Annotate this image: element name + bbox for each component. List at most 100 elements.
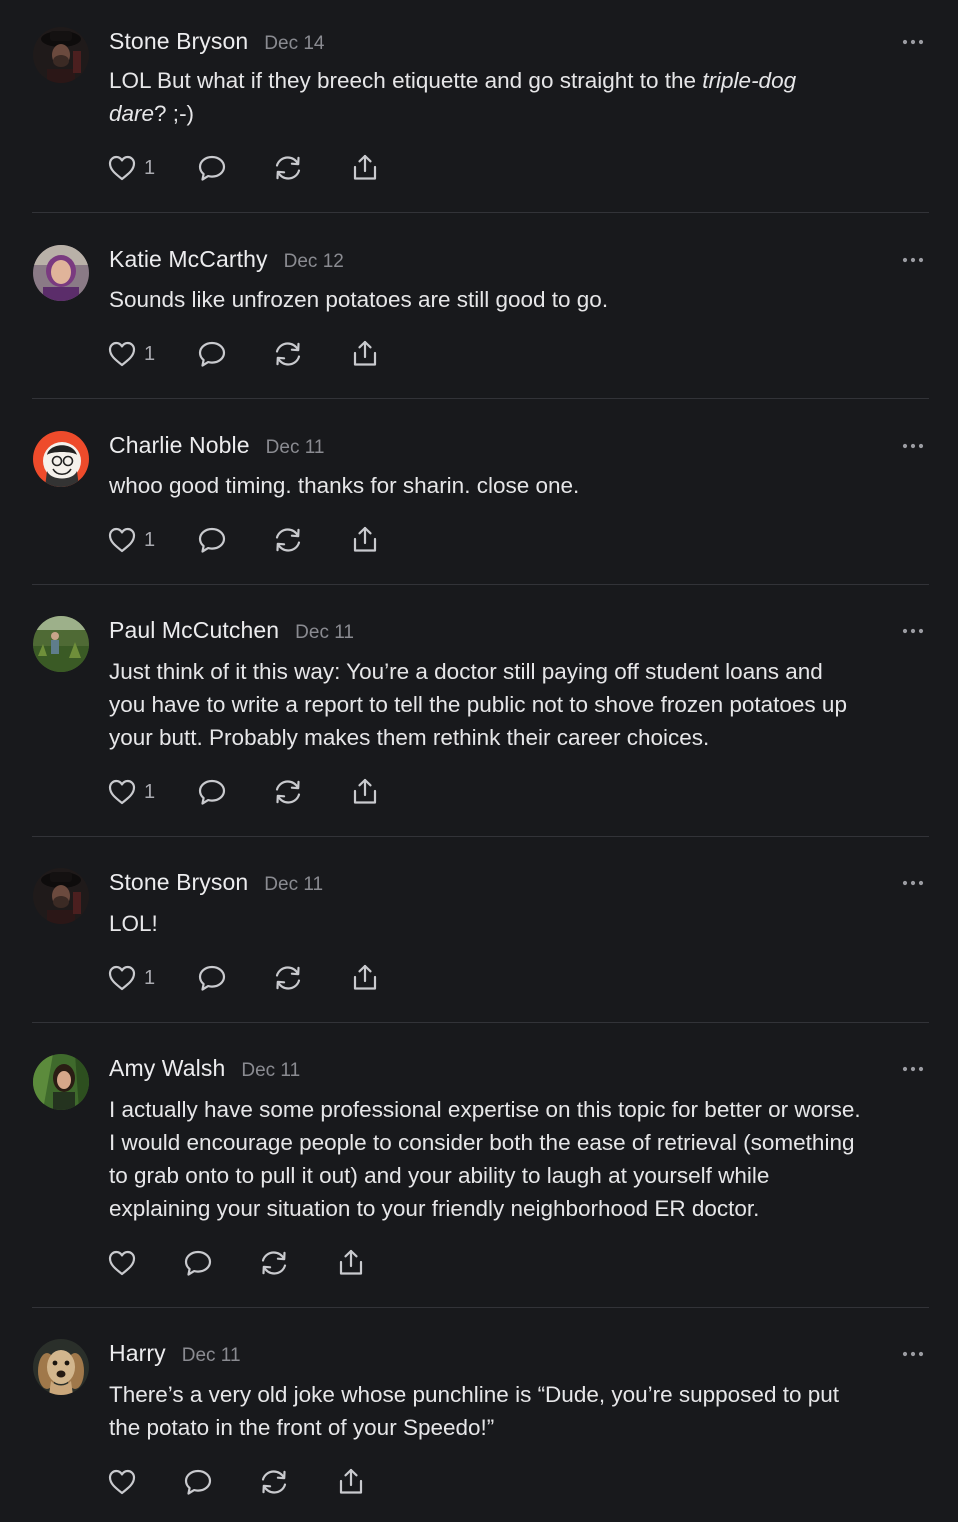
like-button[interactable]: 1	[106, 151, 155, 185]
share-button[interactable]	[349, 337, 381, 371]
comment-date[interactable]: Dec 14	[264, 33, 324, 55]
author-name[interactable]: Paul McCutchen	[109, 617, 279, 644]
speech-bubble-icon	[196, 152, 228, 184]
author-name[interactable]: Stone Bryson	[109, 28, 248, 55]
author-name[interactable]: Stone Bryson	[109, 869, 248, 896]
reply-button[interactable]	[182, 1465, 214, 1499]
like-count: 1	[144, 966, 156, 989]
comment-text-line: I would encourage people to consider bot…	[109, 1130, 855, 1155]
avatar[interactable]	[33, 616, 89, 672]
comment-header: Paul McCutchen Dec 11	[109, 617, 354, 647]
comment-divider	[32, 584, 929, 585]
restack-arrows-icon	[258, 1247, 290, 1279]
speech-bubble-icon	[196, 524, 228, 556]
like-button[interactable]: 1	[106, 961, 155, 995]
comment-text: Just think of it this way: You’re a doct…	[109, 655, 939, 754]
avatar[interactable]	[33, 431, 89, 487]
avatar[interactable]	[33, 1339, 89, 1395]
ellipsis-icon	[902, 257, 924, 263]
comment-text-line: you have to write a report to tell the p…	[109, 692, 847, 717]
share-button[interactable]	[349, 961, 381, 995]
restack-button[interactable]	[272, 961, 304, 995]
share-upload-icon	[335, 1247, 367, 1279]
restack-button[interactable]	[272, 523, 304, 557]
ellipsis-icon	[902, 1066, 924, 1072]
restack-button[interactable]	[272, 775, 304, 809]
reply-button[interactable]	[196, 151, 228, 185]
speech-bubble-icon	[182, 1247, 214, 1279]
like-count: 1	[144, 342, 156, 365]
more-options-button[interactable]	[896, 439, 930, 453]
comment-text: There’s a very old joke whose punchline …	[109, 1378, 939, 1444]
comment-text-line: whoo good timing. thanks for sharin. clo…	[109, 473, 580, 498]
author-name[interactable]: Katie McCarthy	[109, 246, 268, 273]
comment-header: Stone Bryson Dec 14	[109, 28, 324, 58]
more-options-button[interactable]	[896, 253, 930, 267]
like-button[interactable]: 1	[106, 337, 155, 371]
ellipsis-icon	[902, 628, 924, 634]
comment-text-line: LOL But what if they breech etiquette an…	[109, 64, 939, 97]
avatar[interactable]	[33, 27, 89, 83]
like-button[interactable]: 1	[106, 523, 155, 557]
avatar[interactable]	[33, 868, 89, 924]
like-count: 1	[144, 156, 156, 179]
comment-text-line: your butt. Probably makes them rethink t…	[109, 725, 710, 750]
share-upload-icon	[349, 338, 381, 370]
ellipsis-icon	[902, 39, 924, 45]
reply-button[interactable]	[196, 337, 228, 371]
comment-divider	[32, 1022, 929, 1023]
emphasis-text: dare	[109, 101, 155, 126]
comment-text-line: dare? ;-)	[109, 97, 939, 130]
speech-bubble-icon	[196, 962, 228, 994]
more-options-button[interactable]	[896, 35, 930, 49]
share-upload-icon	[349, 962, 381, 994]
avatar[interactable]	[33, 1054, 89, 1110]
heart-icon	[106, 776, 138, 808]
reply-button[interactable]	[196, 961, 228, 995]
comment-header: Amy Walsh Dec 11	[109, 1055, 300, 1085]
comment-date[interactable]: Dec 12	[284, 251, 344, 273]
like-button[interactable]: 1	[106, 775, 155, 809]
restack-arrows-icon	[272, 776, 304, 808]
restack-button[interactable]	[258, 1246, 290, 1280]
comment-date[interactable]: Dec 11	[264, 874, 323, 896]
reply-button[interactable]	[196, 523, 228, 557]
speech-bubble-icon	[196, 338, 228, 370]
text-segment: LOL But what if they breech etiquette an…	[109, 68, 703, 93]
comment-header: Harry Dec 11	[109, 1340, 241, 1370]
comment-text-line: to grab onto to pull it out) and your ab…	[109, 1163, 770, 1188]
reply-button[interactable]	[196, 775, 228, 809]
avatar[interactable]	[33, 245, 89, 301]
like-button[interactable]	[106, 1465, 138, 1499]
share-button[interactable]	[349, 775, 381, 809]
restack-button[interactable]	[258, 1465, 290, 1499]
comment-text-line: the potato in the front of your Speedo!”	[109, 1415, 495, 1440]
comment-text-line: Just think of it this way: You’re a doct…	[109, 659, 823, 684]
restack-button[interactable]	[272, 337, 304, 371]
like-button[interactable]	[106, 1246, 138, 1280]
reply-button[interactable]	[182, 1246, 214, 1280]
comment-date[interactable]: Dec 11	[241, 1060, 300, 1082]
more-options-button[interactable]	[896, 876, 930, 890]
restack-arrows-icon	[272, 962, 304, 994]
comment-date[interactable]: Dec 11	[266, 437, 325, 459]
like-count: 1	[144, 528, 156, 551]
share-button[interactable]	[349, 523, 381, 557]
comment-header: Stone Bryson Dec 11	[109, 869, 323, 899]
more-options-button[interactable]	[896, 1347, 930, 1361]
author-name[interactable]: Charlie Noble	[109, 432, 250, 459]
comment-date[interactable]: Dec 11	[182, 1345, 241, 1367]
share-button[interactable]	[335, 1246, 367, 1280]
restack-button[interactable]	[272, 151, 304, 185]
comment-divider	[32, 1307, 929, 1308]
share-button[interactable]	[349, 151, 381, 185]
author-name[interactable]: Amy Walsh	[109, 1055, 225, 1082]
share-upload-icon	[349, 776, 381, 808]
more-options-button[interactable]	[896, 1062, 930, 1076]
more-options-button[interactable]	[896, 624, 930, 638]
share-button[interactable]	[335, 1465, 367, 1499]
author-name[interactable]: Harry	[109, 1340, 166, 1367]
comment-date[interactable]: Dec 11	[295, 622, 354, 644]
comment-text-line: LOL!	[109, 911, 158, 936]
comment-header: Katie McCarthy Dec 12	[109, 246, 344, 276]
